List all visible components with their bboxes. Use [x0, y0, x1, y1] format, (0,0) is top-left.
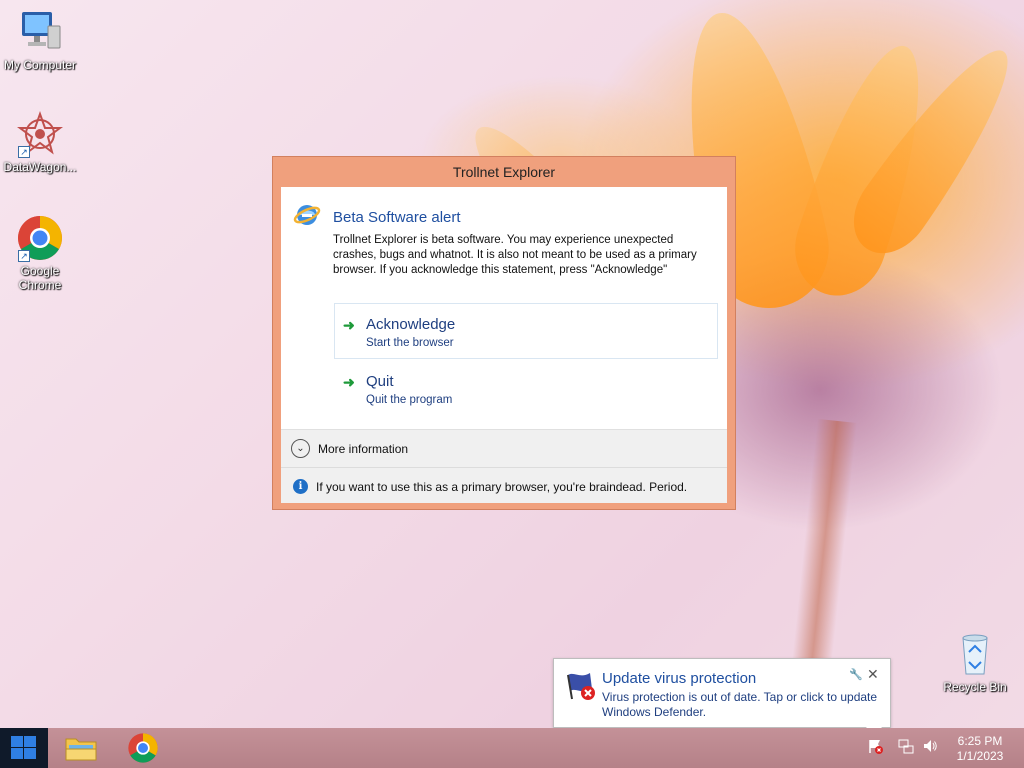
wrench-icon[interactable]: 🔧 — [849, 668, 863, 681]
command-sublabel: Start the browser — [366, 337, 454, 349]
close-icon[interactable]: ✕ — [867, 666, 879, 683]
alert-text: Trollnet Explorer is beta software. You … — [333, 234, 697, 276]
desktop-icon-label: DataWagon... — [3, 160, 77, 174]
notification-title: Update virus protection — [602, 670, 757, 687]
taskbar-chrome[interactable] — [113, 728, 173, 768]
clock-date: 1/1/2023 — [956, 749, 1004, 763]
desktop-icon-label: Recycle Bin — [943, 680, 1007, 694]
datawagon-icon: ↗ — [16, 110, 64, 158]
volume-icon[interactable] — [922, 738, 938, 757]
defender-notification[interactable]: Update virus protection Virus protection… — [553, 658, 891, 728]
footer-text: If you want to use this as a primary bro… — [316, 480, 688, 494]
folder-icon — [64, 733, 98, 768]
clock-time: 6:25 PM — [957, 734, 1003, 748]
info-icon: i — [293, 479, 308, 494]
quit-button[interactable]: ➜ Quit Quit the program — [334, 360, 718, 416]
ie-globe-icon — [293, 201, 321, 234]
shortcut-arrow-icon: ↗ — [18, 146, 30, 158]
alert-header: Beta Software alert — [293, 201, 461, 234]
taskbar: 6:25 PM 1/1/2023 — [0, 728, 1024, 768]
alert-title: Beta Software alert — [333, 209, 461, 226]
action-center-flag-icon[interactable] — [868, 738, 884, 757]
desktop-icon-google-chrome[interactable]: ↗ Google Chrome — [0, 214, 80, 292]
desktop-icon-label: My Computer — [3, 58, 77, 72]
chevron-down-icon: ⌄ — [291, 439, 310, 458]
desktop-icon-datawagon[interactable]: ↗ DataWagon... — [0, 110, 80, 174]
dialog-title: Trollnet Explorer — [452, 164, 556, 180]
desktop-icon-label: Google Chrome — [18, 264, 62, 292]
more-information-label: More information — [318, 442, 409, 456]
windows-logo-icon — [11, 736, 37, 760]
green-arrow-icon: ➜ — [343, 317, 355, 333]
taskbar-file-explorer[interactable] — [52, 728, 112, 768]
command-label: Acknowledge — [366, 316, 456, 333]
defender-flag-icon — [564, 669, 598, 708]
green-arrow-icon: ➜ — [343, 374, 355, 390]
command-sublabel: Quit the program — [366, 394, 453, 406]
desktop-icon-my-computer[interactable]: My Computer — [0, 8, 80, 72]
taskbar-clock[interactable]: 6:25 PM 1/1/2023 — [944, 734, 1016, 764]
chrome-icon: ↗ — [16, 214, 64, 262]
chrome-icon — [127, 732, 159, 768]
command-label: Quit — [366, 373, 394, 390]
acknowledge-button[interactable]: ➜ Acknowledge Start the browser — [334, 303, 718, 359]
network-icon[interactable] — [898, 738, 914, 757]
more-information-toggle[interactable]: ⌄ More information — [281, 429, 727, 467]
recycle-bin-icon — [951, 630, 999, 678]
start-button[interactable] — [0, 728, 48, 768]
computer-icon — [16, 8, 64, 56]
dialog-footer: i If you want to use this as a primary b… — [281, 467, 727, 503]
shortcut-arrow-icon: ↗ — [18, 250, 30, 262]
trollnet-explorer-dialog: Trollnet Explorer Beta Software alert Tr… — [272, 156, 736, 510]
dialog-body: Beta Software alert Trollnet Explorer is… — [281, 187, 727, 503]
desktop-icon-recycle-bin[interactable]: Recycle Bin — [935, 630, 1015, 694]
notification-message: Virus protection is out of date. Tap or … — [602, 690, 878, 719]
